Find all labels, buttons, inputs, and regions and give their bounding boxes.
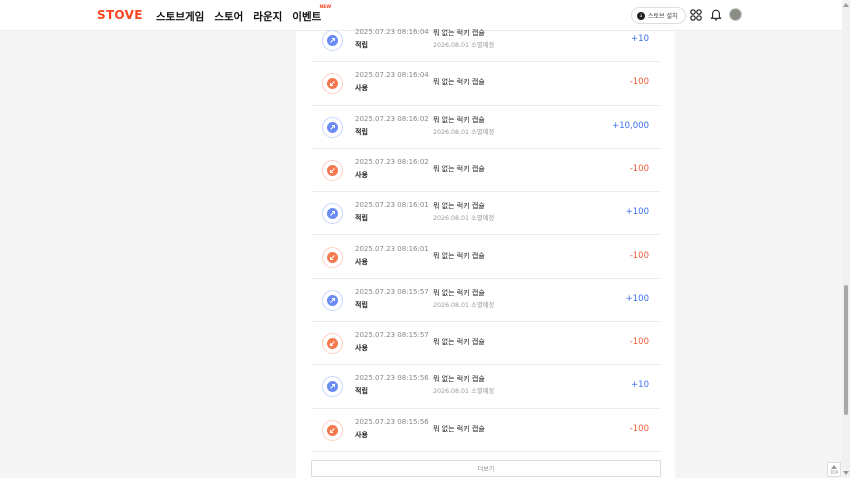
row-type: 적립 [355, 214, 368, 223]
coin-earn-icon [322, 30, 343, 51]
row-amount: +100 [625, 293, 649, 304]
scroll-to-top-button[interactable]: TOP [827, 462, 841, 477]
row-date: 2025.07.23 08:15:56 [355, 374, 429, 383]
row-date: 2025.07.23 08:16:02 [355, 157, 429, 166]
row-type: 적립 [355, 387, 368, 396]
row-item-name: 뭐 없는 럭키 캡슐 [433, 288, 485, 297]
row-type: 적립 [355, 41, 368, 49]
row-amount: +10,000 [612, 120, 649, 131]
list-item: 2025.07.23 08:16:02 사용 뭐 없는 럭키 캡슐 -100 [311, 149, 660, 193]
row-item-name: 뭐 없는 럭키 캡슐 [433, 375, 485, 384]
list-item: 2025.07.23 08:16:01 사용 뭐 없는 럭키 캡슐 -100 [311, 236, 660, 279]
row-item-name: 뭐 없는 럭키 캡슐 [433, 115, 485, 124]
row-item-name: 뭐 없는 럭키 캡슐 [433, 29, 485, 37]
row-type: 사용 [355, 257, 368, 266]
list-item: 2025.07.23 08:15:57 사용 뭐 없는 럭키 캡슐 -100 [311, 322, 660, 366]
scroll-thumb[interactable] [844, 285, 848, 415]
coin-earn-icon [322, 289, 343, 311]
coin-earn-icon [322, 376, 343, 398]
row-date: 2025.07.23 08:15:56 [355, 417, 429, 426]
row-item-name: 뭐 없는 럭키 캡슐 [433, 251, 485, 260]
row-item-name: 뭐 없는 럭키 캡슐 [433, 78, 485, 87]
avatar[interactable] [729, 8, 742, 21]
coin-use-icon [322, 246, 343, 268]
coin-use-icon [322, 419, 343, 441]
scroll-down-arrow-icon[interactable] [843, 471, 849, 475]
nav-lounge[interactable]: 라운지 [253, 9, 282, 24]
row-type: 사용 [355, 170, 368, 179]
row-expiry: 2026.08.01 소멸예정 [433, 128, 495, 136]
list-item: 2025.07.23 08:15:56 적립 뭐 없는 럭키 캡슐 2026.0… [311, 365, 660, 409]
coin-use-icon [322, 73, 343, 95]
new-badge: NEW [319, 5, 332, 10]
row-date: 2025.07.23 08:16:01 [355, 201, 429, 210]
row-amount: -100 [629, 423, 649, 434]
row-date: 2025.07.23 08:16:04 [355, 71, 429, 80]
stove-logo[interactable]: STOVE [97, 8, 143, 22]
row-expiry: 2026.08.01 소멸예정 [433, 42, 495, 49]
coin-earn-icon [322, 203, 343, 225]
row-amount: +10 [631, 34, 649, 44]
row-type: 사용 [355, 84, 368, 93]
list-item: 2025.07.23 08:16:04 적립 뭐 없는 럭키 캡슐 2026.0… [311, 19, 660, 63]
row-type: 사용 [355, 344, 368, 353]
nav-stove-game[interactable]: 스토브게임 [156, 9, 204, 24]
row-expiry: 2026.08.01 소멸예정 [433, 388, 495, 396]
row-date: 2025.07.23 08:16:02 [355, 114, 429, 123]
row-date: 2025.07.23 08:15:57 [355, 331, 429, 340]
list-item: 2025.07.23 08:16:02 적립 뭐 없는 럭키 캡슐 2026.0… [311, 106, 660, 149]
coin-earn-icon [322, 116, 343, 138]
row-item-name: 뭐 없는 럭키 캡슐 [433, 164, 485, 173]
main-nav: 스토브게임 스토어 라운지 이벤트 NEW [156, 5, 331, 24]
nav-store[interactable]: 스토어 [214, 9, 243, 24]
row-amount: -100 [629, 250, 649, 261]
row-amount: -100 [629, 163, 649, 174]
points-history-panel: 2025.07.23 08:16:04 적립 뭐 없는 럭키 캡슐 2026.0… [296, 28, 675, 478]
list-item: 2025.07.23 08:16:01 적립 뭐 없는 럭키 캡슐 2026.0… [311, 192, 660, 236]
row-type: 사용 [355, 430, 368, 439]
coin-use-icon [322, 159, 343, 181]
row-type: 적립 [355, 127, 368, 136]
row-amount: -100 [629, 77, 649, 88]
row-item-name: 뭐 없는 럭키 캡슐 [433, 338, 485, 347]
row-amount: -100 [629, 337, 649, 348]
row-item-name: 뭐 없는 럭키 캡슐 [433, 202, 485, 211]
row-date: 2025.07.23 08:16:04 [355, 28, 429, 36]
row-type: 적립 [355, 300, 368, 309]
row-date: 2025.07.23 08:16:01 [355, 244, 429, 253]
row-amount: +10 [631, 380, 649, 391]
page-scrollbar[interactable] [842, 0, 850, 478]
scroll-up-arrow-icon[interactable] [843, 3, 849, 7]
row-date: 2025.07.23 08:15:57 [355, 287, 429, 296]
row-amount: +100 [625, 207, 649, 218]
list-item: 2025.07.23 08:15:57 적립 뭐 없는 럭키 캡슐 2026.0… [311, 279, 660, 323]
row-item-name: 뭐 없는 럭키 캡슐 [433, 424, 485, 433]
coin-use-icon [322, 333, 343, 355]
bell-icon[interactable] [710, 9, 722, 21]
list-item: 2025.07.23 08:15:56 사용 뭐 없는 럭키 캡슐 -100 [311, 409, 660, 452]
load-more-button[interactable]: 더보기 [311, 460, 661, 477]
row-expiry: 2026.08.01 소멸예정 [433, 301, 495, 309]
list-item: 2025.07.23 08:16:04 사용 뭐 없는 럭키 캡슐 -100 [311, 62, 660, 106]
row-expiry: 2026.08.01 소멸예정 [433, 215, 495, 223]
games-grid-icon[interactable] [690, 9, 702, 21]
